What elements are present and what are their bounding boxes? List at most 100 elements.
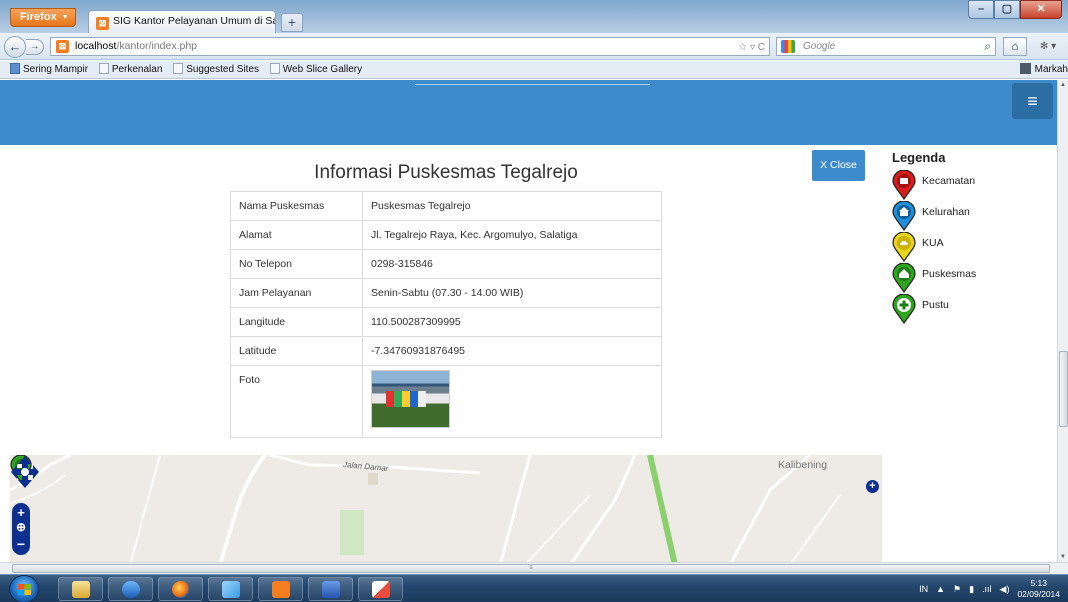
legend-label: Pustu [922,299,949,311]
bookmark-star-icon[interactable]: ☆ [738,42,747,53]
start-button[interactable] [9,575,39,602]
network-icon[interactable]: ▮ [969,584,974,595]
bookmarks-toolbar: Sering Mampir Perkenalan Suggested Sites… [0,61,1068,79]
bookmark-item[interactable]: Perkenalan [98,61,162,78]
legend-label: Kelurahan [922,206,970,218]
table-key: Langitude [230,307,363,337]
layer-switcher-icon[interactable]: + [866,480,879,493]
taskbar-media-player[interactable] [108,577,153,601]
navigation-toolbar: ← → ⊠ localhost/kantor/index.php ☆ ▿ C G… [0,33,1068,60]
signal-icon[interactable]: .ııl [982,584,992,594]
site-header: ≡ [0,80,1057,145]
legend-item-kelurahan: Kelurahan [892,201,1042,232]
horizontal-scrollbar[interactable]: ≡ [0,562,1068,574]
table-row: No Telepon 0298-315846 [230,249,662,279]
taskbar-paint[interactable] [358,577,403,601]
paint-icon [372,581,390,598]
dropdown-arrow-icon[interactable]: ▿ [750,42,755,53]
url-path: /kantor/index.php [116,40,198,52]
vertical-scrollbar[interactable]: ▲ ▼ [1057,80,1068,562]
close-button[interactable]: X Close [812,150,865,181]
firefox-menu-button[interactable]: Firefox ▼ [10,8,76,27]
firefox-icon [172,581,190,598]
puskesmas-photo[interactable] [371,370,450,428]
firefox-menu-label: Firefox [20,11,57,23]
browser-tab-active[interactable]: ⊠ SIG Kantor Pelayanan Umum di Salatiga [88,10,276,33]
legend-item-pustu: Pustu [892,294,1042,325]
table-row: Latitude -7.34760931876495 [230,336,662,366]
minimize-button[interactable]: – [968,0,994,19]
tab-title: SIG Kantor Pelayanan Umum di Salatiga [113,15,275,27]
taskbar-app[interactable] [208,577,253,601]
close-window-button[interactable]: ✕ [1020,0,1062,19]
pan-control-icon[interactable] [10,455,40,489]
taskbar-xampp[interactable] [258,577,303,601]
legend-item-kecamatan: Kecamatan [892,170,1042,201]
building-icon [892,201,916,231]
legend-label: Kecamatan [922,175,976,187]
search-icon[interactable]: ⌕ [984,38,991,55]
show-hidden-icons-icon[interactable]: ▲ [936,584,945,594]
new-tab-button[interactable]: + [281,13,303,32]
system-tray: IN ▲ ⚑ ▮ .ııl ◀) 5:13 02/09/2014 [919,575,1060,602]
url-bar[interactable]: ⊠ localhost/kantor/index.php ☆ ▿ C [50,37,770,56]
bookmark-item[interactable]: Sering Mampir [10,61,88,78]
hamburger-menu-button[interactable]: ≡ [1012,83,1053,119]
bookmarks-menu-label: Markah [1034,64,1068,75]
forward-button[interactable]: → [26,39,44,55]
bookmarks-menu-icon [1019,63,1031,74]
search-bar[interactable]: Google ⌕ [776,37,996,56]
office-icon [892,170,916,200]
house-icon [892,263,916,293]
table-key: No Telepon [230,249,363,279]
back-button[interactable]: ← [4,36,26,58]
legend: Legenda Kecamatan Kelurahan KUA Puskesma… [892,150,1042,325]
home-button[interactable]: ⌂ [1003,37,1027,56]
map-area-label: Kalibening [778,459,828,471]
browser-titlebar: Firefox ▼ ⊠ SIG Kantor Pelayanan Umum di S… [0,0,1068,33]
table-row: Jam Pelayanan Senin-Sabtu (07.30 - 14.00 … [230,278,662,308]
zoom-in-icon[interactable]: + [12,505,30,520]
bookmark-item[interactable]: Suggested Sites [173,61,259,78]
site-favicon-icon: ⊠ [56,40,69,53]
language-indicator[interactable]: IN [919,584,928,594]
table-key: Latitude [230,336,363,366]
clock[interactable]: 5:13 02/09/2014 [1017,578,1060,600]
bookmark-item[interactable]: Web Slice Gallery [269,61,363,78]
map[interactable]: Jalan Damar Kalibening + ⊕ − + [10,455,882,562]
volume-icon[interactable]: ◀) [1000,584,1010,595]
bookmark-icon [269,63,280,74]
page-viewport: ≡ Informasi Puskesmas Tegalrejo Nama Pus… [0,80,1057,562]
url-tools: ☆ ▿ C [738,39,765,56]
scrollbar-thumb[interactable]: ≡ [12,564,1050,573]
table-row: Alamat Jl. Tegalrejo Raya, Kec. Argomulyo… [230,220,662,250]
search-placeholder: Google [803,41,836,52]
zoom-out-icon[interactable]: − [12,536,30,552]
reload-icon[interactable]: C [758,42,765,53]
media-player-icon [122,581,140,598]
taskbar-firefox[interactable] [158,577,203,601]
scroll-up-icon[interactable]: ▲ [1058,82,1068,88]
globe-icon[interactable]: ⊕ [12,520,30,534]
toolbar-extras-button[interactable]: ✻ ▾ [1032,37,1064,56]
flag-icon[interactable]: ⚑ [953,584,961,595]
bookmarks-menu-button[interactable]: Markah [1019,61,1068,78]
bookmark-label: Web Slice Gallery [282,64,363,75]
taskbar-word[interactable] [308,577,353,601]
table-value: Puskesmas Tegalrejo [362,191,662,221]
plus-icon [892,294,916,324]
taskbar-explorer[interactable] [58,577,103,601]
legend-label: Puskesmas [922,268,977,280]
clock-time: 5:13 [1030,578,1047,588]
scroll-down-icon[interactable]: ▼ [1058,554,1068,560]
google-icon [781,40,795,53]
scrollbar-thumb[interactable] [1059,351,1068,427]
maximize-button[interactable]: ▢ [994,0,1020,19]
xampp-favicon-icon: ⊠ [96,17,109,30]
app-icon [222,581,240,598]
folder-icon [72,581,90,598]
legend-title: Legenda [892,150,946,165]
table-value: 0298-315846 [362,249,662,279]
table-row: Nama Puskesmas Puskesmas Tegalrejo [230,191,662,221]
table-value [362,365,662,438]
